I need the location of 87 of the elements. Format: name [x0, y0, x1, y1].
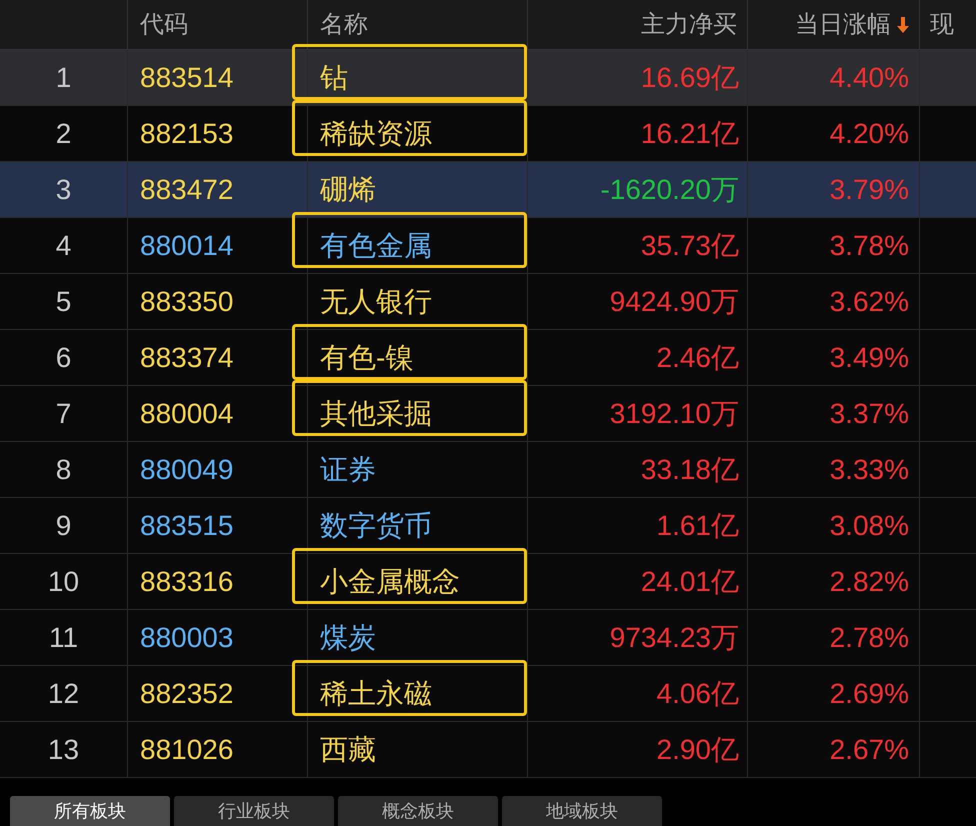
- stock-code: 883515: [140, 508, 234, 542]
- change-percent: 3.78%: [830, 228, 909, 262]
- sector-name: 稀土永磁: [320, 676, 432, 710]
- net-buy-value: 4.06亿: [656, 676, 739, 710]
- sector-name: 钻: [320, 60, 348, 94]
- change-percent: 4.20%: [830, 116, 909, 150]
- row-number: 13: [48, 732, 80, 766]
- sector-name: 有色-镍: [320, 340, 414, 374]
- sector-name: 其他采掘: [320, 396, 432, 430]
- table-row[interactable]: 2 882153 稀缺资源 16.21亿 4.20%: [0, 106, 976, 162]
- stock-code: 883374: [140, 340, 234, 374]
- net-buy-value: 2.46亿: [656, 340, 739, 374]
- change-percent: 4.40%: [830, 60, 909, 94]
- column-header[interactable]: 当日涨幅: [795, 6, 891, 42]
- stock-code: 883316: [140, 564, 234, 598]
- net-buy-value: 9424.90万: [610, 284, 739, 318]
- row-number: 12: [48, 676, 80, 710]
- net-buy-value: 1.61亿: [656, 508, 739, 542]
- table-row[interactable]: 5 883350 无人银行 9424.90万 3.62%: [0, 274, 976, 330]
- change-percent: 3.08%: [830, 508, 909, 542]
- sector-name: 小金属概念: [320, 564, 460, 598]
- change-percent: 2.78%: [830, 620, 909, 654]
- net-buy-value: 3192.10万: [610, 396, 739, 430]
- table-row[interactable]: 1 883514 钻 16.69亿 4.40%: [0, 50, 976, 106]
- row-number: 9: [56, 508, 72, 542]
- stock-code: 880003: [140, 620, 234, 654]
- net-buy-value: -1620.20万: [600, 172, 739, 206]
- sector-name: 有色金属: [320, 228, 432, 262]
- net-buy-value: 24.01亿: [640, 564, 739, 598]
- change-percent: 3.49%: [830, 340, 909, 374]
- row-number: 1: [56, 60, 72, 94]
- net-buy-value: 33.18亿: [640, 452, 739, 486]
- stock-code: 880014: [140, 228, 234, 262]
- table-row[interactable]: 8 880049 证券 33.18亿 3.33%: [0, 442, 976, 498]
- row-number: 8: [56, 452, 72, 486]
- change-percent: 2.82%: [830, 564, 909, 598]
- column-header[interactable]: 代码: [140, 6, 188, 42]
- row-number: 3: [56, 172, 72, 206]
- sector-name: 数字货币: [320, 508, 432, 542]
- tab[interactable]: 行业板块: [174, 796, 334, 826]
- change-percent: 3.62%: [830, 284, 909, 318]
- sector-name: 无人银行: [320, 284, 432, 318]
- stock-code: 882352: [140, 676, 234, 710]
- change-percent: 3.37%: [830, 396, 909, 430]
- stock-code: 883472: [140, 172, 234, 206]
- sector-name: 证券: [320, 452, 376, 486]
- table-row[interactable]: 12 882352 稀土永磁 4.06亿 2.69%: [0, 666, 976, 722]
- tab[interactable]: 地域板块: [502, 796, 662, 826]
- sector-name: 稀缺资源: [320, 116, 432, 150]
- table-row[interactable]: 7 880004 其他采掘 3192.10万 3.37%: [0, 386, 976, 442]
- table-row[interactable]: 9 883515 数字货币 1.61亿 3.08%: [0, 498, 976, 554]
- row-number: 5: [56, 284, 72, 318]
- table-row[interactable]: 3 883472 硼烯 -1620.20万 3.79%: [0, 162, 976, 218]
- column-header[interactable]: 名称: [320, 6, 368, 42]
- change-percent: 3.33%: [830, 452, 909, 486]
- net-buy-value: 35.73亿: [640, 228, 739, 262]
- stock-code: 883350: [140, 284, 234, 318]
- row-number: 7: [56, 396, 72, 430]
- sector-name: 煤炭: [320, 620, 376, 654]
- stock-code: 881026: [140, 732, 234, 766]
- sector-name: 硼烯: [320, 172, 376, 206]
- change-percent: 2.67%: [830, 732, 909, 766]
- net-buy-value: 2.90亿: [656, 732, 739, 766]
- row-number: 11: [48, 620, 78, 654]
- row-number: 6: [56, 340, 72, 374]
- table-row[interactable]: 11 880003 煤炭 9734.23万 2.78%: [0, 610, 976, 666]
- net-buy-value: 9734.23万: [610, 620, 739, 654]
- net-buy-value: 16.21亿: [640, 116, 739, 150]
- net-buy-value: 16.69亿: [640, 60, 739, 94]
- table-row[interactable]: 13 881026 西藏 2.90亿 2.67%: [0, 722, 976, 778]
- table-row[interactable]: 6 883374 有色-镍 2.46亿 3.49%: [0, 330, 976, 386]
- row-number: 2: [56, 116, 72, 150]
- tab[interactable]: 概念板块: [338, 796, 498, 826]
- stock-code: 882153: [140, 116, 234, 150]
- column-header[interactable]: 现: [930, 6, 954, 42]
- tab[interactable]: 所有板块: [10, 796, 170, 826]
- column-header[interactable]: 主力净买: [641, 6, 737, 42]
- row-number: 10: [48, 564, 80, 598]
- change-percent: 2.69%: [830, 676, 909, 710]
- row-number: 4: [56, 228, 72, 262]
- stock-code: 880004: [140, 396, 234, 430]
- stock-code: 880049: [140, 452, 234, 486]
- sector-name: 西藏: [320, 732, 376, 766]
- table-row[interactable]: 10 883316 小金属概念 24.01亿 2.82%: [0, 554, 976, 610]
- stock-code: 883514: [140, 60, 234, 94]
- change-percent: 3.79%: [830, 172, 909, 206]
- table-row[interactable]: 4 880014 有色金属 35.73亿 3.78%: [0, 218, 976, 274]
